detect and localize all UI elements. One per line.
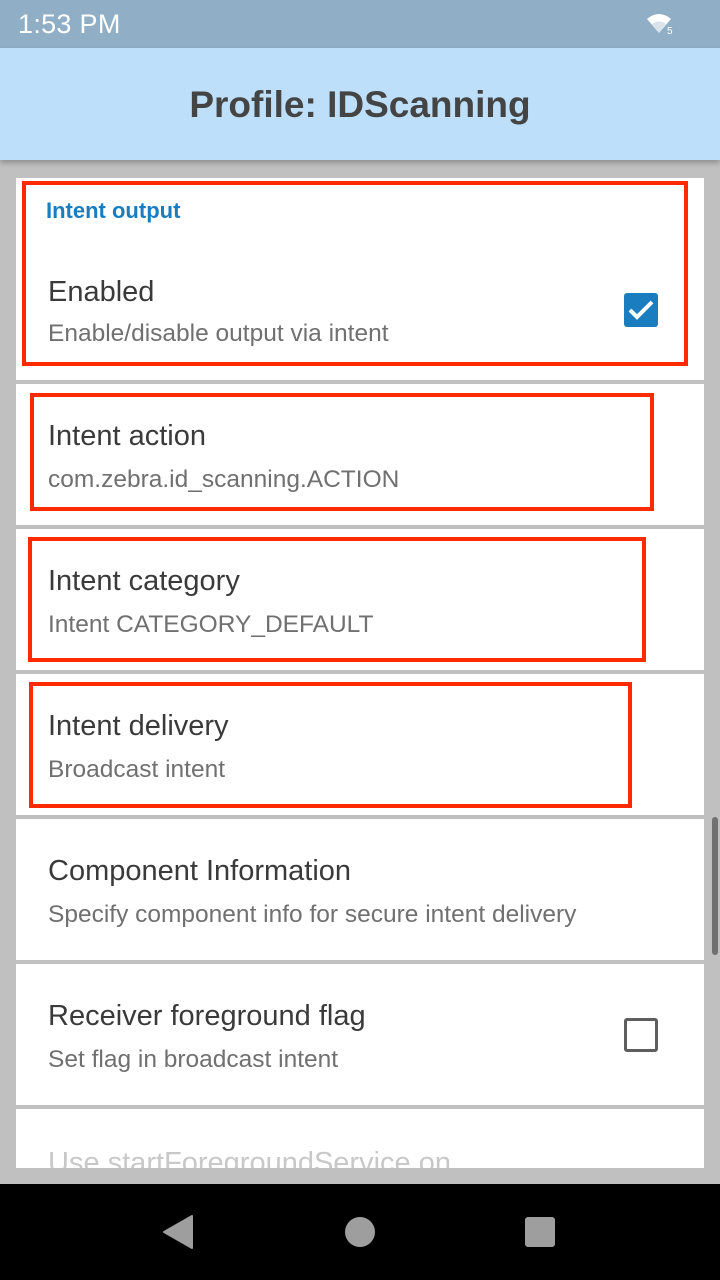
preference-summary: Set flag in broadcast intent (48, 1046, 339, 1073)
preference-summary: Specify component info for secure intent… (48, 901, 577, 928)
home-icon[interactable] (312, 1184, 408, 1280)
app-bar: Profile: IDScanning (0, 48, 720, 160)
checkmark-icon (628, 300, 654, 320)
preference-intent-delivery[interactable]: Intent delivery Broadcast intent (16, 674, 704, 815)
preference-component-information[interactable]: Component Information Specify component … (16, 819, 704, 960)
page-title: Profile: IDScanning (189, 84, 531, 125)
wifi-icon: 5 (646, 11, 676, 37)
preference-title: Intent category (48, 565, 240, 597)
preference-title: Intent delivery (48, 710, 229, 742)
receiver-foreground-checkbox[interactable] (624, 1018, 658, 1052)
status-time: 1:53 PM (18, 9, 121, 39)
preference-list[interactable]: Intent output Enabled Enable/disable out… (16, 178, 704, 1168)
preference-title: Component Information (48, 855, 352, 887)
preference-summary: com.zebra.id_scanning.ACTION (48, 466, 400, 493)
scrollbar[interactable] (712, 817, 718, 955)
preference-title: Use startForegroundService on (48, 1147, 451, 1168)
svg-text:5: 5 (667, 26, 673, 35)
preference-title: Enabled (48, 276, 155, 308)
recents-icon[interactable] (492, 1184, 588, 1280)
preference-title: Intent action (48, 420, 206, 452)
category-title: Intent output (46, 198, 181, 223)
preference-summary: Intent CATEGORY_DEFAULT (48, 611, 374, 638)
screen: 1:53 PM 5 Profile: IDScanning Intent out… (0, 0, 720, 1280)
preference-intent-category[interactable]: Intent category Intent CATEGORY_DEFAULT (16, 529, 704, 670)
back-icon[interactable] (130, 1184, 226, 1280)
navigation-bar (0, 1184, 720, 1280)
preference-start-foreground-service[interactable]: Use startForegroundService on (16, 1109, 704, 1168)
preference-summary: Broadcast intent (48, 756, 226, 783)
preference-receiver-foreground-flag[interactable]: Receiver foreground flag Set flag in bro… (16, 964, 704, 1105)
status-bar: 1:53 PM 5 (0, 0, 720, 48)
preference-summary: Enable/disable output via intent (48, 320, 389, 347)
preference-title: Receiver foreground flag (48, 1000, 366, 1032)
enabled-checkbox[interactable] (624, 293, 658, 327)
preference-enabled[interactable]: Intent output Enabled Enable/disable out… (16, 178, 704, 380)
preference-intent-action[interactable]: Intent action com.zebra.id_scanning.ACTI… (16, 384, 704, 525)
